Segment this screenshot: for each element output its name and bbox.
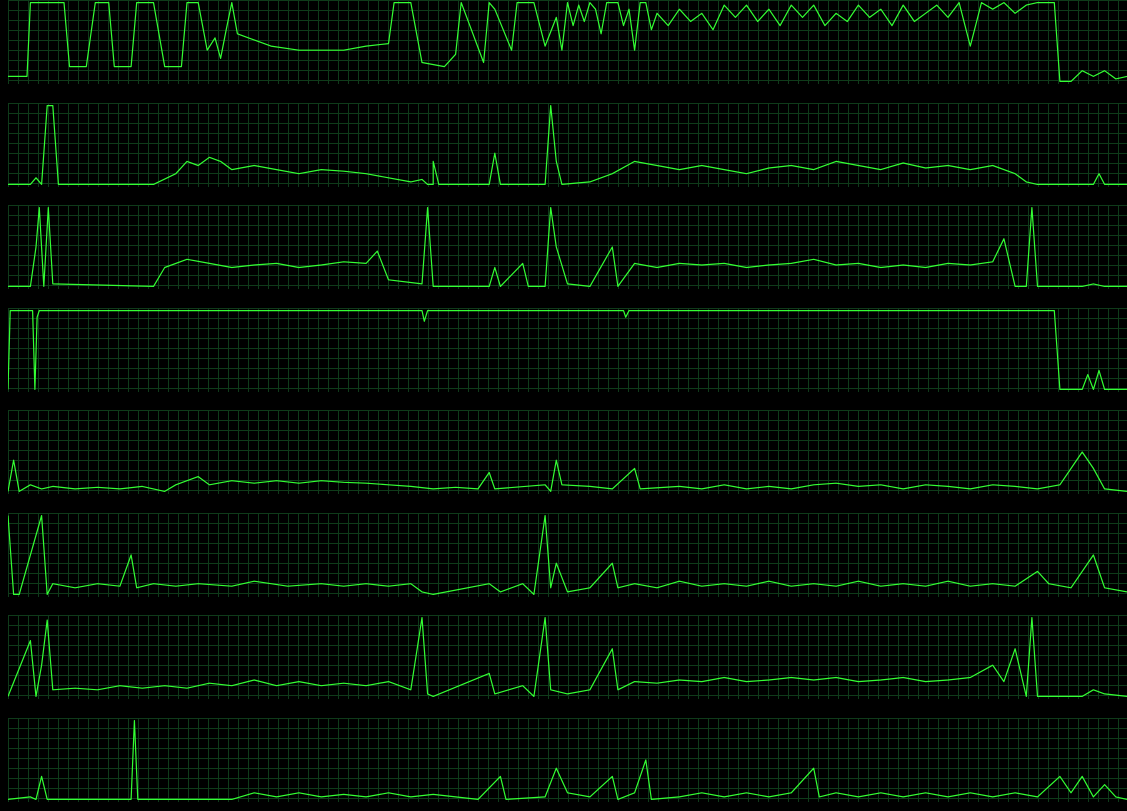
graph-grid <box>8 0 1127 84</box>
cpu-core-graph-8-plot <box>8 718 1127 802</box>
cpu-core-graph-2-plot <box>8 103 1127 187</box>
cpu-usage-trace <box>8 104 1127 186</box>
graph-grid <box>8 308 1127 392</box>
cpu-core-graph-1-plot <box>8 0 1127 84</box>
cpu-core-graph-4 <box>8 308 1127 392</box>
cpu-usage-trace <box>8 514 1127 596</box>
cpu-core-graph-5 <box>8 410 1127 494</box>
graph-grid <box>8 103 1127 187</box>
cpu-core-graph-6 <box>8 513 1127 597</box>
cpu-usage-trace <box>8 616 1127 698</box>
cpu-core-graph-7 <box>8 615 1127 699</box>
cpu-core-graph-8 <box>8 718 1127 802</box>
cpu-core-graph-4-plot <box>8 308 1127 392</box>
cpu-usage-trace <box>8 719 1127 801</box>
graph-grid <box>8 410 1127 494</box>
cpu-usage-trace <box>8 309 1127 391</box>
cpu-core-graph-1 <box>8 0 1127 84</box>
cpu-core-graph-2 <box>8 103 1127 187</box>
cpu-core-graph-3 <box>8 205 1127 289</box>
cpu-core-graph-7-plot <box>8 615 1127 699</box>
graph-grid <box>8 513 1127 597</box>
graph-grid <box>8 718 1127 802</box>
cpu-usage-trace <box>8 451 1127 493</box>
cpu-core-graph-6-plot <box>8 513 1127 597</box>
cpu-core-graph-3-plot <box>8 205 1127 289</box>
cpu-usage-trace <box>8 206 1127 288</box>
cpu-usage-history-window <box>0 0 1127 811</box>
graph-grid <box>8 205 1127 289</box>
cpu-core-graph-5-plot <box>8 410 1127 494</box>
cpu-usage-trace <box>8 1 1127 83</box>
